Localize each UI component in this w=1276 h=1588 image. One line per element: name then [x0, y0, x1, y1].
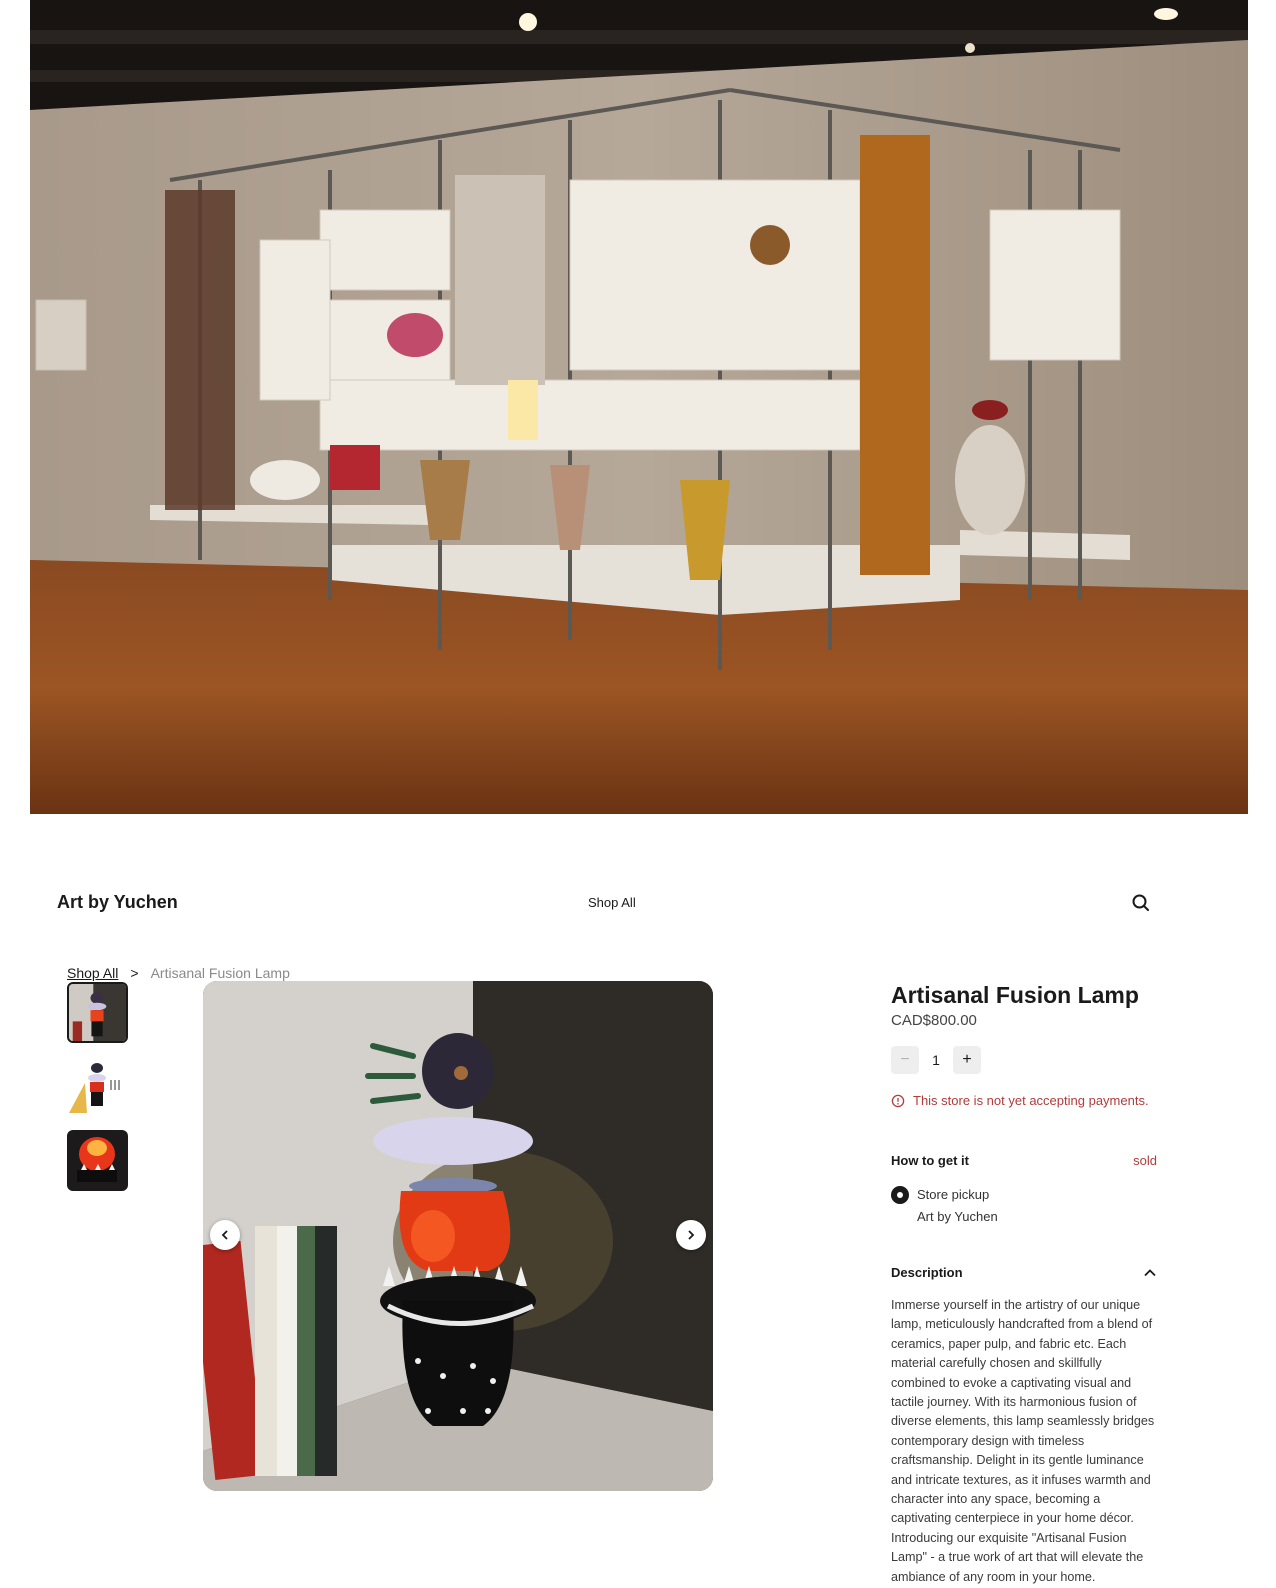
chevron-up-icon [1144, 1268, 1156, 1276]
thumbnail-1[interactable] [67, 982, 128, 1043]
search-button[interactable] [1130, 892, 1152, 914]
alert-icon [891, 1094, 905, 1107]
quantity-decrease-button[interactable]: − [891, 1046, 919, 1074]
lamp-thumbnail-image [67, 1058, 128, 1119]
hero-gallery-image [30, 0, 1248, 814]
product-info-panel: Artisanal Fusion Lamp CAD$800.00 − 1 + T… [891, 980, 1157, 1587]
brand-logo[interactable]: Art by Yuchen [57, 892, 178, 913]
lamp-thumbnail-image [67, 1130, 128, 1191]
chevron-left-icon [221, 1230, 228, 1240]
pickup-location: Art by Yuchen [917, 1209, 998, 1224]
sold-badge: sold [1133, 1153, 1157, 1168]
description-title: Description [891, 1265, 963, 1280]
how-to-get-it-title: How to get it [891, 1153, 969, 1168]
nav-shop-all[interactable]: Shop All [588, 895, 636, 910]
prev-image-button[interactable] [210, 1220, 240, 1250]
product-price: CAD$800.00 [891, 1012, 977, 1029]
gallery-photo [30, 0, 1248, 814]
pickup-label: Store pickup [917, 1187, 990, 1202]
product-title: Artisanal Fusion Lamp [891, 982, 1139, 1008]
quantity-increase-button[interactable]: + [953, 1046, 981, 1074]
main-product-image [203, 981, 713, 1491]
thumbnail-2[interactable] [67, 1058, 128, 1119]
description-toggle[interactable]: Description [891, 1265, 1157, 1280]
pickup-radio[interactable] [891, 1186, 909, 1204]
fulfillment-header: How to get it sold [891, 1153, 1157, 1168]
store-pickup-option[interactable]: Store pickup Art by Yuchen [891, 1186, 1157, 1228]
description-text: Immerse yourself in the artistry of our … [891, 1298, 1155, 1584]
lamp-thumbnail-image [69, 984, 126, 1041]
breadcrumb-separator: > [130, 965, 139, 981]
quantity-value[interactable]: 1 [919, 1052, 953, 1068]
lamp-photo [203, 981, 713, 1491]
chevron-right-icon [688, 1230, 695, 1240]
quantity-stepper: − 1 + [891, 1046, 1157, 1074]
thumbnail-3[interactable] [67, 1130, 128, 1191]
search-icon [1132, 894, 1149, 911]
next-image-button[interactable] [676, 1220, 706, 1250]
payment-notice-text: This store is not yet accepting payments… [913, 1093, 1149, 1108]
payment-notice: This store is not yet accepting payments… [891, 1093, 1157, 1108]
site-header: Art by Yuchen Shop All [0, 880, 1276, 926]
